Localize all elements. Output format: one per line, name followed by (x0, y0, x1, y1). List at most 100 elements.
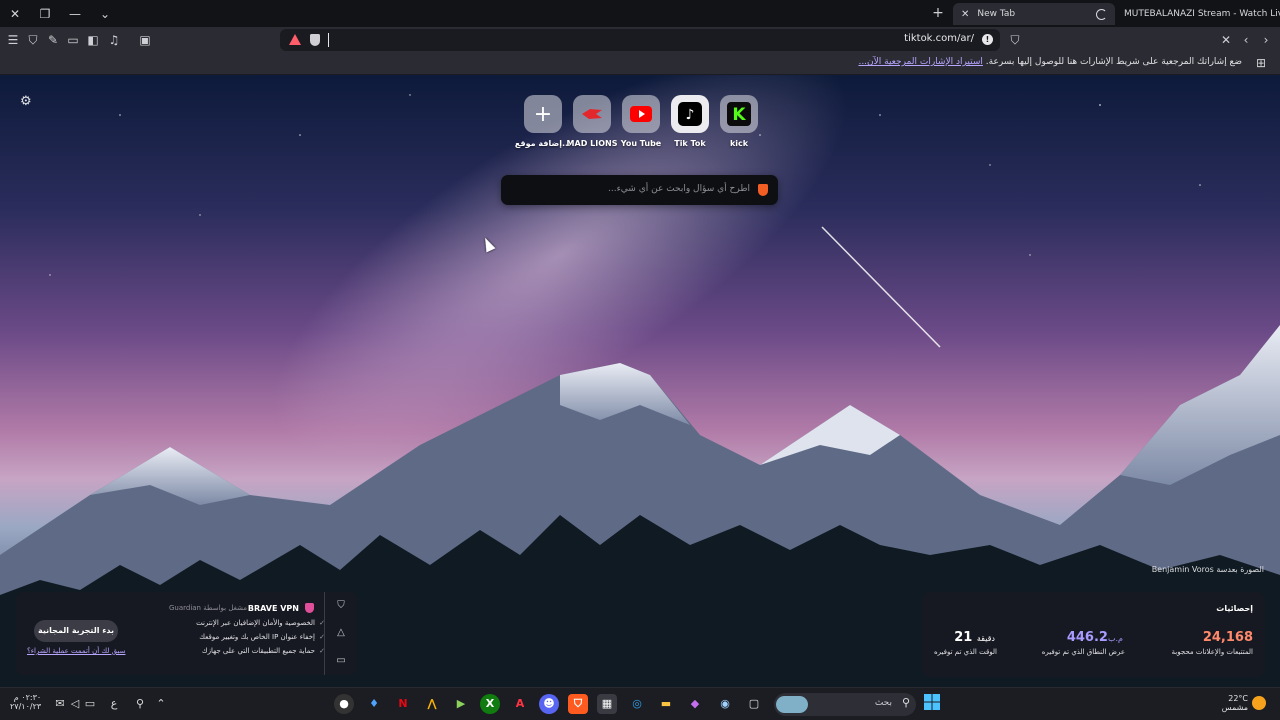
already-purchased-link[interactable]: سبق لك أن أتممت عملية الشراء؟ (27, 647, 125, 655)
search-placeholder: اطرح أي سؤال وابحث عن أي شيء... (607, 184, 750, 194)
app-droplet-icon[interactable]: ♦ (364, 694, 384, 714)
search-label: بحث (874, 698, 892, 708)
toolbar: ☰ ⛉ ✎ ▭ ◧ ♫ ▣ tiktok.com/ar/ ! ⛉ ✕ ‹ › (0, 27, 1280, 53)
taskbar: ٠٢:٣٠ م ٢٧/١٠/٢٣ ✉ ◁ ▭ ع ⚲ ⌃ ● ♦ N ⋀ ▶ X… (0, 687, 1280, 720)
shield-icon[interactable]: ⛉ (25, 32, 41, 48)
rewards-widget-icon[interactable]: ▭ (335, 655, 347, 667)
stat-time: 21 دقيقة الوقت الذي تم توفيره (934, 630, 997, 656)
clock[interactable]: ٠٢:٣٠ م ٢٧/١٠/٢٣ (10, 693, 41, 711)
stats-heading: إحصائيات (1216, 604, 1253, 613)
tab-new-tab[interactable]: ✕ New Tab (953, 3, 1115, 25)
tile-add-site[interactable]: + إضافة موقع... (515, 95, 571, 148)
apps-grid-icon[interactable]: ⊞ (1256, 56, 1270, 70)
stat-unit: م.ب (1107, 634, 1123, 643)
new-tab-button[interactable]: + (930, 5, 946, 21)
vpn-widget-icon[interactable]: ⛉ (335, 600, 347, 612)
minimize-icon[interactable]: — (60, 0, 90, 27)
close-icon[interactable]: ✕ (0, 0, 30, 27)
top-sites: + إضافة موقع... MAD LIONS You Tube ♪ Tik… (515, 90, 760, 158)
app-brave-icon[interactable]: ⛉ (568, 694, 588, 714)
bookmarks-bar: ضع إشاراتك المرجعية على شريط الإشارات هن… (0, 53, 1280, 75)
svg-text:K: K (732, 105, 746, 125)
plus-icon: + (524, 95, 562, 133)
close-icon[interactable]: ✕ (1218, 32, 1234, 48)
brave-rewards-icon[interactable] (289, 34, 301, 45)
info-icon[interactable]: ! (982, 34, 993, 45)
clock-time: ٠٢:٣٠ م (13, 693, 42, 702)
tab-label: New Tab (977, 9, 1016, 19)
wallet-icon[interactable]: ▣ (137, 32, 153, 48)
vpn-shield-icon (305, 603, 314, 613)
photo-credit[interactable]: الصورة بعدسة Benjamin Voros (1152, 565, 1264, 574)
start-free-trial-button[interactable]: بدء التجربة المجانية (34, 620, 118, 642)
app-discord-icon[interactable]: ☻ (539, 694, 559, 714)
tile-youtube[interactable]: You Tube (620, 95, 662, 148)
tab-mutebalanazi[interactable]: MUTEBALANAZI Stream - Watch Live K (1118, 3, 1280, 25)
stat-trackers: 24,168 المتتبعات والإعلانات محجوبة (1172, 630, 1253, 656)
tile-label: MAD LIONS (566, 139, 618, 148)
sun-icon (1252, 696, 1266, 710)
language-indicator[interactable]: ع (104, 694, 124, 714)
app-file-explorer-icon[interactable]: ▬ (656, 694, 676, 714)
tile-tiktok[interactable]: ♪ Tik Tok (663, 90, 725, 158)
app-netflix-icon[interactable]: N (393, 694, 413, 714)
tabs-icon[interactable]: ▭ (65, 32, 81, 48)
stat-caption: عرض النطاق الذي تم توفيره (1041, 648, 1125, 656)
restore-icon[interactable]: ❐ (30, 0, 60, 27)
address-bar[interactable]: tiktok.com/ar/ ! (280, 29, 1000, 51)
app-a-icon[interactable]: A (510, 694, 530, 714)
text-caret (328, 33, 329, 47)
start-windows-icon[interactable] (922, 694, 942, 714)
search-box[interactable]: اطرح أي سؤال وابحث عن أي شيء... (501, 175, 778, 205)
app-edge-icon[interactable]: ◎ (627, 694, 647, 714)
tab-label: MUTEBALANAZI Stream - Watch Live (1124, 9, 1280, 19)
forward-icon[interactable]: › (1258, 32, 1274, 48)
bookmarks-hint-text: ضع إشاراتك المرجعية على شريط الإشارات هن… (985, 57, 1242, 67)
music-icon[interactable]: ♫ (106, 32, 122, 48)
brave-shields-icon[interactable] (310, 34, 320, 46)
search-highlight-image (776, 696, 808, 713)
loading-icon (1096, 8, 1107, 20)
stats-card: إحصائيات 24,168 المتتبعات والإعلانات محج… (922, 592, 1265, 677)
new-tab-page: ⚙ + إضافة موقع... MAD LIONS You Tube ♪ T… (0, 75, 1280, 687)
app-nvidia-icon[interactable]: ▶ (451, 694, 471, 714)
talk-widget-icon[interactable]: △ (335, 627, 347, 639)
taskbar-search[interactable]: بحث ⚲ (774, 693, 916, 716)
app-obs-icon[interactable]: ● (334, 694, 354, 714)
stat-value: 21 (954, 630, 973, 645)
weather-temp: 22°C (1228, 694, 1248, 703)
back-icon[interactable]: ‹ (1238, 32, 1254, 48)
app-window-icon[interactable]: ▢ (744, 694, 764, 714)
menu-icon[interactable]: ☰ (5, 32, 21, 48)
tile-label: Tik Tok (674, 139, 706, 148)
weather[interactable]: 22°C مشمس (1212, 694, 1248, 712)
mad-lions-icon (573, 95, 611, 133)
pin-icon[interactable]: ✎ (45, 32, 61, 48)
tile-label: إضافة موقع... (514, 139, 572, 148)
app-teams-icon[interactable]: ◆ (685, 694, 705, 714)
vpn-feature: الخصوصية والأمان الإضافيان عبر الإنترنت (196, 619, 325, 627)
microphone-icon[interactable]: ⚲ (130, 694, 150, 714)
app-fl-studio-icon[interactable]: ⋀ (422, 694, 442, 714)
import-bookmarks-link[interactable]: استيراد الإشارات المرجعية الآن... (858, 57, 982, 67)
url-text[interactable]: tiktok.com/ar/ (904, 33, 974, 44)
app-store-icon[interactable]: ▦ (597, 694, 617, 714)
chevron-down-icon[interactable]: ⌄ (90, 0, 120, 27)
app-xbox-icon[interactable]: X (480, 694, 500, 714)
chevron-up-icon[interactable]: ⌃ (151, 694, 171, 714)
app-steam-icon[interactable]: ◉ (715, 694, 735, 714)
stat-value: 446.2 (1066, 630, 1108, 645)
youtube-icon (622, 95, 660, 133)
tiktok-icon: ♪ (671, 95, 709, 133)
bookmark-icon[interactable]: ⛉ (1007, 32, 1023, 48)
tile-kick[interactable]: K kick (718, 95, 760, 148)
tab-close-icon[interactable]: ✕ (961, 9, 969, 20)
settings-gear-icon[interactable]: ⚙ (20, 95, 34, 109)
kick-icon: K (720, 95, 758, 133)
network-icon[interactable]: ▭ (80, 694, 100, 714)
sidebar-icon[interactable]: ◧ (85, 32, 101, 48)
stat-caption: المتتبعات والإعلانات محجوبة (1171, 648, 1253, 656)
vpn-feature: حماية جميع التطبيقات التي على جهازك (202, 647, 325, 655)
tile-mad-lions[interactable]: MAD LIONS (567, 95, 617, 148)
brave-lion-icon (758, 184, 768, 196)
